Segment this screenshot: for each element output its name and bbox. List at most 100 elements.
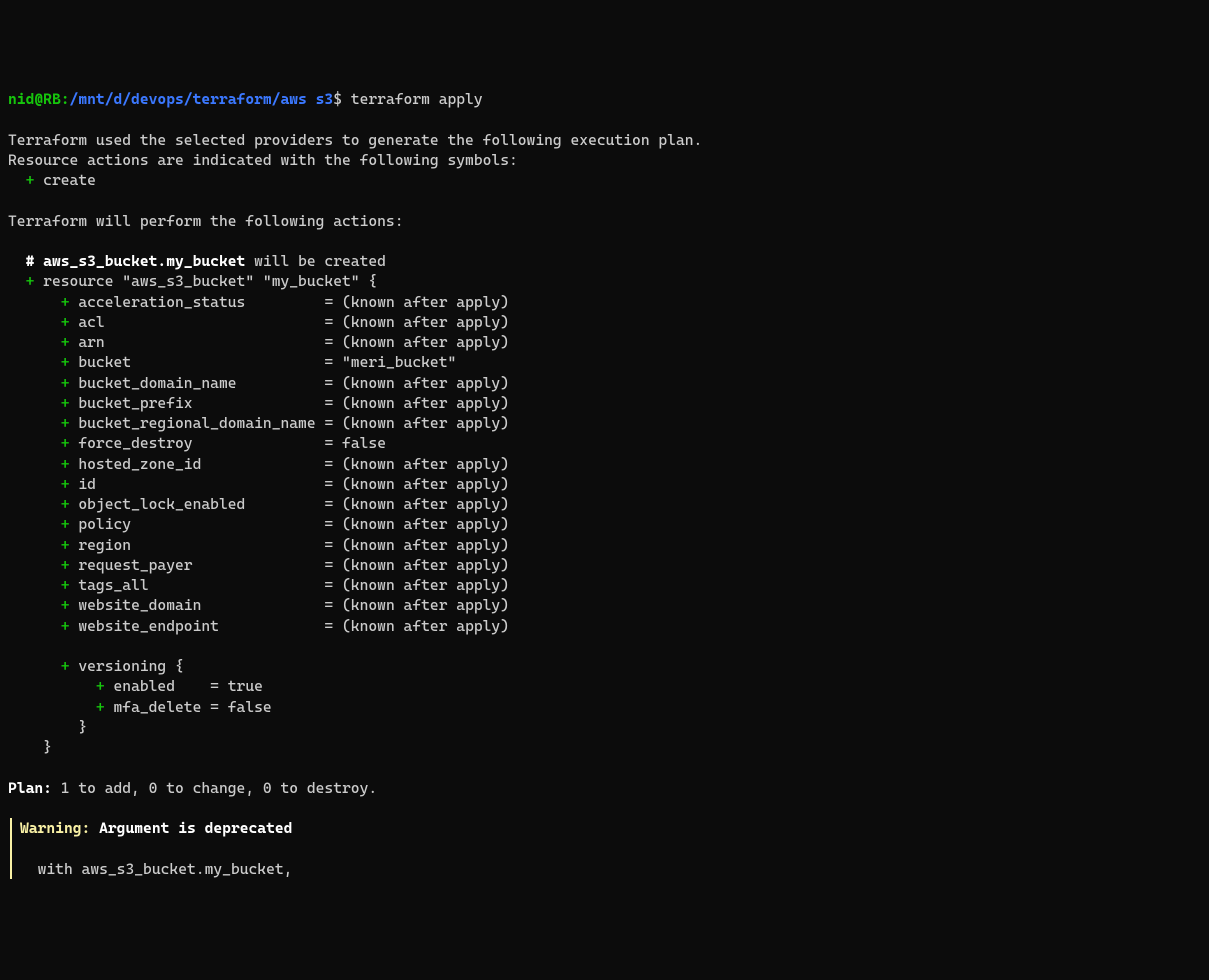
attr-name: id <box>78 475 96 493</box>
prompt-user-host: nid@RB <box>8 90 61 108</box>
block-close-brace: } <box>8 718 87 736</box>
command-text: terraform apply <box>351 90 483 108</box>
attr-plus: + <box>61 333 70 351</box>
attr-value: (known after apply) <box>342 596 509 614</box>
attr-plus: + <box>61 455 70 473</box>
attr-value: (known after apply) <box>342 576 509 594</box>
attr-plus: + <box>61 293 70 311</box>
attr-name: website_domain <box>78 596 201 614</box>
block-plus: + <box>61 657 70 675</box>
attr-value: (known after apply) <box>342 536 509 554</box>
attr-plus: + <box>61 374 70 392</box>
attr-plus: + <box>61 515 70 533</box>
attr-name: region <box>78 536 131 554</box>
attr-name: arn <box>78 333 104 351</box>
resource-decl: resource "aws_s3_bucket" "my_bucket" { <box>43 272 377 290</box>
resource-comment-suffix: will be created <box>245 252 386 270</box>
block-attr-name: enabled <box>113 677 175 695</box>
attr-value: (known after apply) <box>342 556 509 574</box>
attr-plus: + <box>61 596 70 614</box>
resource-attributes: + acceleration_status = (known after app… <box>8 293 509 635</box>
attr-name: bucket_prefix <box>78 394 192 412</box>
attr-name: acl <box>78 313 104 331</box>
attr-name: bucket_regional_domain_name <box>78 414 315 432</box>
attr-value: (known after apply) <box>342 394 509 412</box>
actions-header: Terraform will perform the following act… <box>8 212 404 230</box>
attr-name: policy <box>78 515 131 533</box>
attr-name: request_payer <box>78 556 192 574</box>
attr-value: (known after apply) <box>342 414 509 432</box>
warning-text: Argument is deprecated <box>90 819 292 837</box>
attr-value: (known after apply) <box>342 495 509 513</box>
attr-name: bucket_domain_name <box>78 374 236 392</box>
attr-equals: = <box>324 313 333 331</box>
attr-equals: = <box>324 617 333 635</box>
block-attr-name: mfa_delete <box>113 698 201 716</box>
attr-plus: + <box>61 576 70 594</box>
attr-value: (known after apply) <box>342 617 509 635</box>
create-symbol: + <box>26 171 35 189</box>
block-attr-plus: + <box>96 677 105 695</box>
attr-plus: + <box>61 617 70 635</box>
intro-line-2: Resource actions are indicated with the … <box>8 151 518 169</box>
attr-value: (known after apply) <box>342 455 509 473</box>
attr-plus: + <box>61 313 70 331</box>
resource-close-brace: } <box>43 738 52 756</box>
attr-equals: = <box>324 455 333 473</box>
attr-value: (known after apply) <box>342 333 509 351</box>
attr-name: object_lock_enabled <box>78 495 245 513</box>
intro-line-1: Terraform used the selected providers to… <box>8 131 702 149</box>
attr-equals: = <box>324 414 333 432</box>
resource-comment-name: aws_s3_bucket.my_bucket <box>43 252 245 270</box>
attr-equals: = <box>324 475 333 493</box>
attr-plus: + <box>61 536 70 554</box>
attr-name: tags_all <box>78 576 148 594</box>
prompt-separator: : <box>61 90 70 108</box>
create-label: create <box>43 171 96 189</box>
block-attributes: + enabled = true + mfa_delete = false <box>8 677 272 715</box>
attr-equals: = <box>324 495 333 513</box>
attr-plus: + <box>61 556 70 574</box>
terminal-output[interactable]: nid@RB:/mnt/d/devops/terraform/aws s3$ t… <box>8 89 1201 879</box>
attr-value: (known after apply) <box>342 293 509 311</box>
attr-equals: = <box>324 596 333 614</box>
attr-plus: + <box>61 353 70 371</box>
attr-value: false <box>342 434 386 452</box>
attr-name: force_destroy <box>78 434 192 452</box>
attr-name: website_endpoint <box>78 617 219 635</box>
attr-plus: + <box>61 434 70 452</box>
resource-comment-prefix: # <box>26 252 35 270</box>
block-attr-equals: = <box>210 698 219 716</box>
plan-text: 1 to add, 0 to change, 0 to destroy. <box>52 779 377 797</box>
attr-equals: = <box>324 434 333 452</box>
attr-plus: + <box>61 394 70 412</box>
attr-name: bucket <box>78 353 131 371</box>
attr-equals: = <box>324 353 333 371</box>
attr-value: (known after apply) <box>342 475 509 493</box>
attr-equals: = <box>324 515 333 533</box>
attr-equals: = <box>324 374 333 392</box>
attr-value: "meri_bucket" <box>342 353 456 371</box>
attr-equals: = <box>324 333 333 351</box>
attr-equals: = <box>324 556 333 574</box>
attr-name: hosted_zone_id <box>78 455 201 473</box>
warning-block: Warning: Argument is deprecated with aws… <box>10 818 1201 879</box>
attr-value: (known after apply) <box>342 374 509 392</box>
attr-equals: = <box>324 576 333 594</box>
attr-plus: + <box>61 475 70 493</box>
block-attr-value: false <box>228 698 272 716</box>
prompt-symbol: $ <box>333 90 342 108</box>
block-attr-plus: + <box>96 698 105 716</box>
attr-plus: + <box>61 495 70 513</box>
prompt-path: /mnt/d/devops/terraform/aws s3 <box>70 90 334 108</box>
block-name: versioning { <box>78 657 183 675</box>
resource-plus: + <box>26 272 35 290</box>
block-attr-equals: = <box>210 677 219 695</box>
attr-value: (known after apply) <box>342 313 509 331</box>
attr-plus: + <box>61 414 70 432</box>
attr-equals: = <box>324 394 333 412</box>
prompt-line: nid@RB:/mnt/d/devops/terraform/aws s3$ t… <box>8 90 483 108</box>
attr-equals: = <box>324 293 333 311</box>
attr-equals: = <box>324 536 333 554</box>
attr-name: acceleration_status <box>78 293 245 311</box>
